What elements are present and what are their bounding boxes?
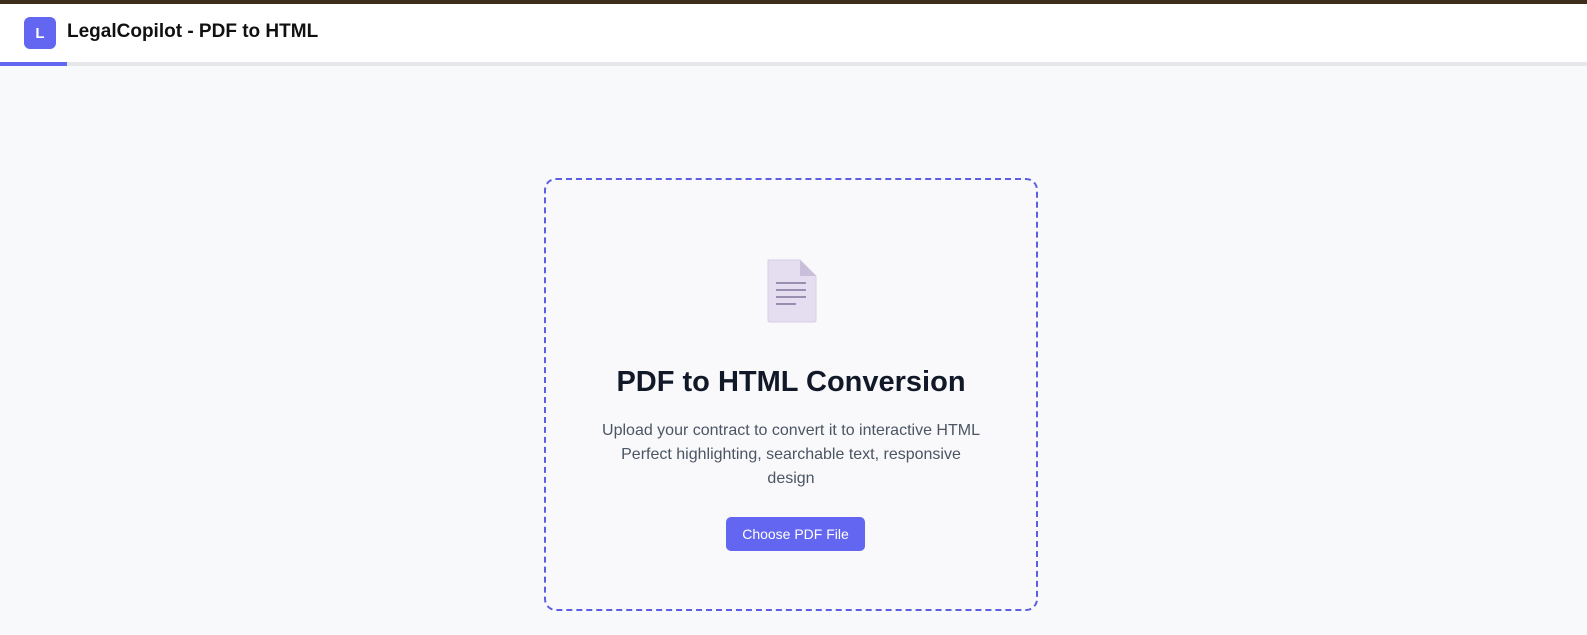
app-logo: L [24, 17, 56, 49]
upload-title: PDF to HTML Conversion [616, 366, 966, 398]
upload-description: Upload your contract to convert it to in… [583, 419, 999, 491]
header-progress-bar [0, 62, 67, 66]
upload-description-line: Perfect highlighting, searchable text, r… [621, 446, 961, 463]
pdf-drop-zone[interactable]: PDF to HTML Conversion Upload your contr… [544, 178, 1038, 611]
upload-description-line: Upload your contract to convert it to in… [602, 422, 980, 439]
header-divider [0, 62, 1587, 66]
upload-description-line: design [767, 470, 815, 487]
app-header: L LegalCopilot - PDF to HTML [0, 4, 1587, 62]
app-title: LegalCopilot - PDF to HTML [67, 21, 319, 42]
document-icon [767, 259, 817, 323]
choose-pdf-button[interactable]: Choose PDF File [726, 517, 865, 551]
